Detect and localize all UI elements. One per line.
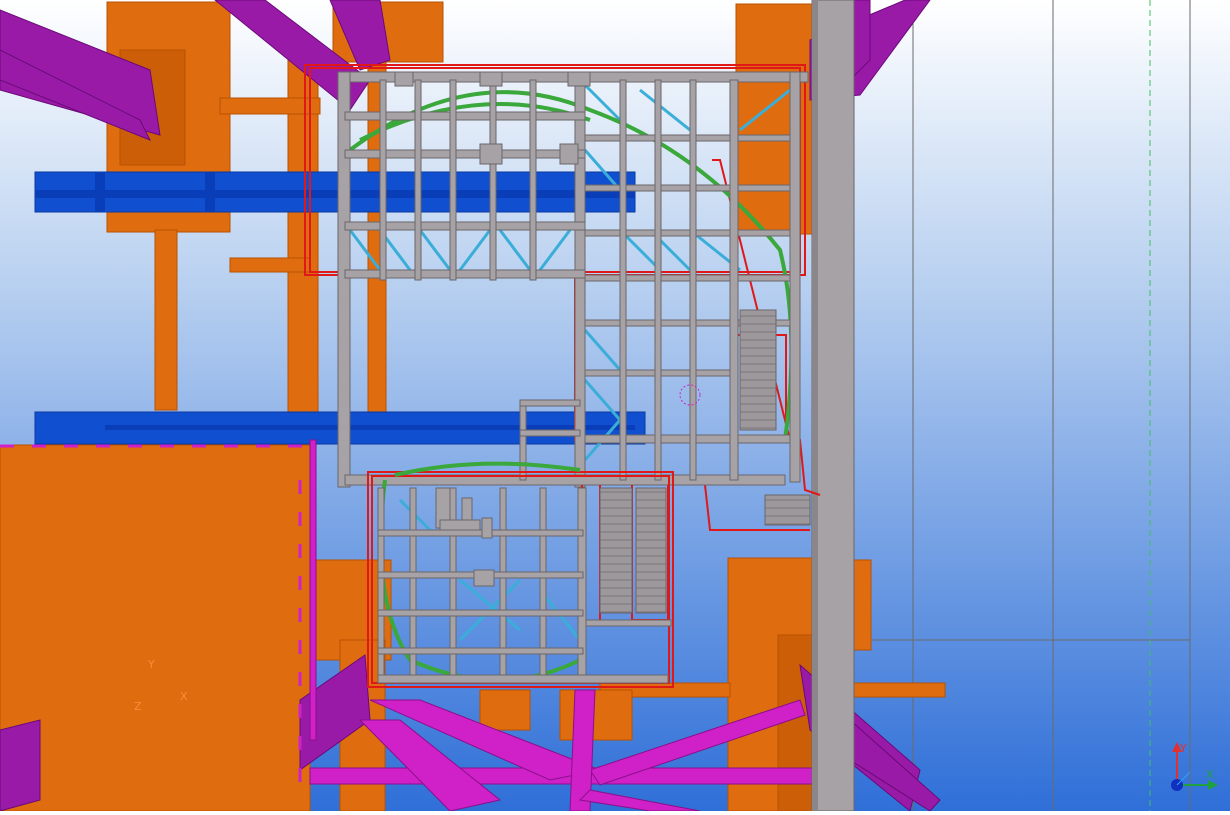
- model-canvas[interactable]: Y Z X Y X: [0, 0, 1230, 812]
- svg-text:Z: Z: [134, 700, 142, 713]
- grey-column[interactable]: [811, 0, 855, 812]
- axis-x-label: X: [1206, 768, 1214, 781]
- axis-y-label: Y: [1179, 742, 1187, 755]
- svg-text:Y: Y: [147, 658, 155, 671]
- svg-text:X: X: [180, 690, 188, 703]
- model-viewport[interactable]: Y Z X Y X: [0, 0, 1230, 812]
